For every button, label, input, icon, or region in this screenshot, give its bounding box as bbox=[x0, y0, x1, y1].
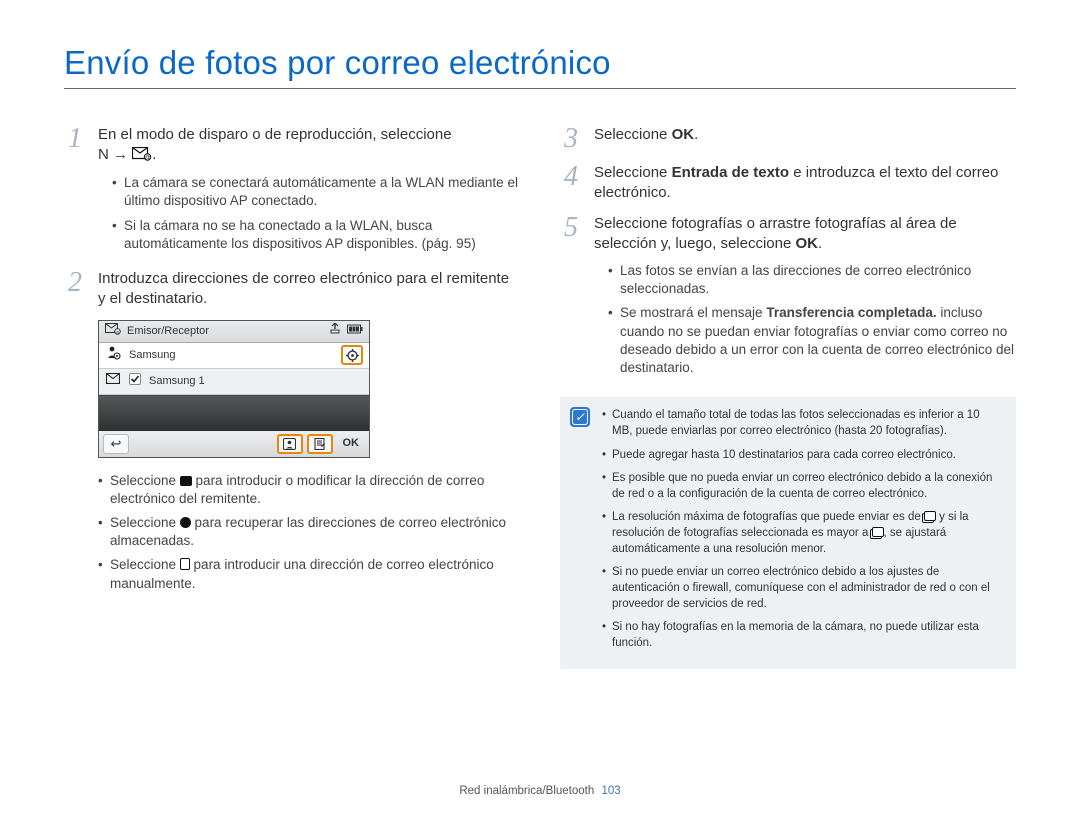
mail-at-icon: @ bbox=[105, 323, 121, 340]
step1-bullet: Si la cámara no se ha conectado a la WLA… bbox=[112, 217, 520, 253]
envelope-icon bbox=[105, 373, 121, 389]
step1-n: N bbox=[98, 146, 109, 163]
resolution-icon bbox=[872, 527, 884, 537]
right-column: 3 Seleccione OK. 4 Seleccione Entrada de… bbox=[560, 125, 1016, 669]
screenshot-header: @ Emisor/Receptor bbox=[99, 321, 369, 343]
screenshot-row-sender: Samsung bbox=[99, 343, 369, 369]
battery-icon bbox=[347, 324, 363, 339]
step1-bullet: La cámara se conectará automáticamente a… bbox=[112, 174, 520, 210]
note-item: Puede agregar hasta 10 destinatarios par… bbox=[602, 447, 1002, 463]
step-number-5: 5 bbox=[560, 214, 582, 384]
screenshot-title: Emisor/Receptor bbox=[127, 324, 209, 339]
step-number-1: 1 bbox=[64, 125, 86, 259]
step3-ok: OK bbox=[672, 126, 695, 143]
screenshot-empty-area bbox=[99, 395, 369, 431]
row-recipient-label: Samsung 1 bbox=[149, 374, 205, 389]
step-number-2: 2 bbox=[64, 269, 86, 310]
title-rule bbox=[64, 88, 1016, 89]
step5-bullet: Las fotos se envían a las direcciones de… bbox=[608, 262, 1016, 298]
note-item: Si no puede enviar un correo electrónico… bbox=[602, 564, 1002, 612]
arrow-icon: → bbox=[113, 146, 128, 163]
step5-c: . bbox=[818, 235, 822, 252]
step-number-3: 3 bbox=[560, 125, 582, 153]
check-icon bbox=[129, 373, 141, 390]
content-columns: 1 En el modo de disparo o de reproducció… bbox=[64, 125, 1016, 669]
after-ss-bullet: Seleccione para introducir o modificar l… bbox=[98, 472, 520, 508]
step3-c: . bbox=[694, 126, 698, 143]
left-column: 1 En el modo de disparo o de reproducció… bbox=[64, 125, 520, 669]
info-icon: ✓ bbox=[570, 407, 590, 427]
footer-page-number: 103 bbox=[601, 785, 620, 797]
signal-icon bbox=[329, 323, 341, 339]
after-ss-bullet: Seleccione para recuperar las direccione… bbox=[98, 514, 520, 550]
page-footer: Red inalámbrica/Bluetooth 103 bbox=[0, 785, 1080, 797]
svg-text:@: @ bbox=[145, 155, 150, 161]
email-icon: @ bbox=[132, 147, 152, 166]
step-3: 3 Seleccione OK. bbox=[560, 125, 1016, 153]
gear-glyph-icon bbox=[180, 476, 192, 486]
note-item: Es posible que no pueda enviar un correo… bbox=[602, 470, 1002, 502]
edit-glyph-icon bbox=[180, 558, 190, 570]
step5-bullet: Se mostrará el mensaje Transferencia com… bbox=[608, 304, 1016, 377]
edit-button-highlight[interactable] bbox=[307, 434, 333, 454]
person-gear-icon bbox=[105, 345, 121, 365]
step4-a: Seleccione bbox=[594, 164, 672, 181]
note-item: Cuando el tamaño total de todas las foto… bbox=[602, 407, 1002, 439]
resolution-icon bbox=[924, 511, 936, 521]
step5-a: Seleccione fotografías o arrastre fotogr… bbox=[594, 215, 957, 252]
step4-b: Entrada de texto bbox=[672, 164, 790, 181]
svg-text:@: @ bbox=[115, 329, 119, 334]
step1-dot: . bbox=[152, 146, 156, 163]
addressbook-button-highlight[interactable] bbox=[277, 434, 303, 454]
back-button[interactable]: ↩ bbox=[103, 434, 129, 454]
settings-button-highlight[interactable] bbox=[341, 345, 363, 365]
step-2: 2 Introduzca direcciones de correo elect… bbox=[64, 269, 520, 310]
page-title: Envío de fotos por correo electrónico bbox=[64, 44, 1016, 82]
screenshot-footer: ↩ OK bbox=[99, 431, 369, 457]
info-note: ✓ Cuando el tamaño total de todas las fo… bbox=[560, 397, 1016, 668]
row-sender-label: Samsung bbox=[129, 348, 175, 363]
step-number-4: 4 bbox=[560, 163, 582, 204]
screenshot-row-recipient: Samsung 1 bbox=[99, 369, 369, 395]
step5-ok: OK bbox=[796, 235, 819, 252]
step2-text: Introduzca direcciones de correo electró… bbox=[98, 269, 520, 310]
addressbook-glyph-icon bbox=[180, 517, 191, 528]
note-item: Si no hay fotografías en la memoria de l… bbox=[602, 619, 1002, 651]
after-ss-bullet: Seleccione para introducir una dirección… bbox=[98, 556, 520, 592]
step1-text: En el modo de disparo o de reproducción,… bbox=[98, 126, 452, 143]
step3-a: Seleccione bbox=[594, 126, 672, 143]
step-5: 5 Seleccione fotografías o arrastre foto… bbox=[560, 214, 1016, 384]
step-4: 4 Seleccione Entrada de texto e introduz… bbox=[560, 163, 1016, 204]
note-item: La resolución máxima de fotografías que … bbox=[602, 509, 1002, 557]
camera-screenshot: @ Emisor/Receptor Samsung bbox=[98, 320, 370, 458]
ok-button[interactable]: OK bbox=[337, 436, 366, 451]
step-1: 1 En el modo de disparo o de reproducció… bbox=[64, 125, 520, 259]
footer-section: Red inalámbrica/Bluetooth bbox=[459, 785, 594, 797]
